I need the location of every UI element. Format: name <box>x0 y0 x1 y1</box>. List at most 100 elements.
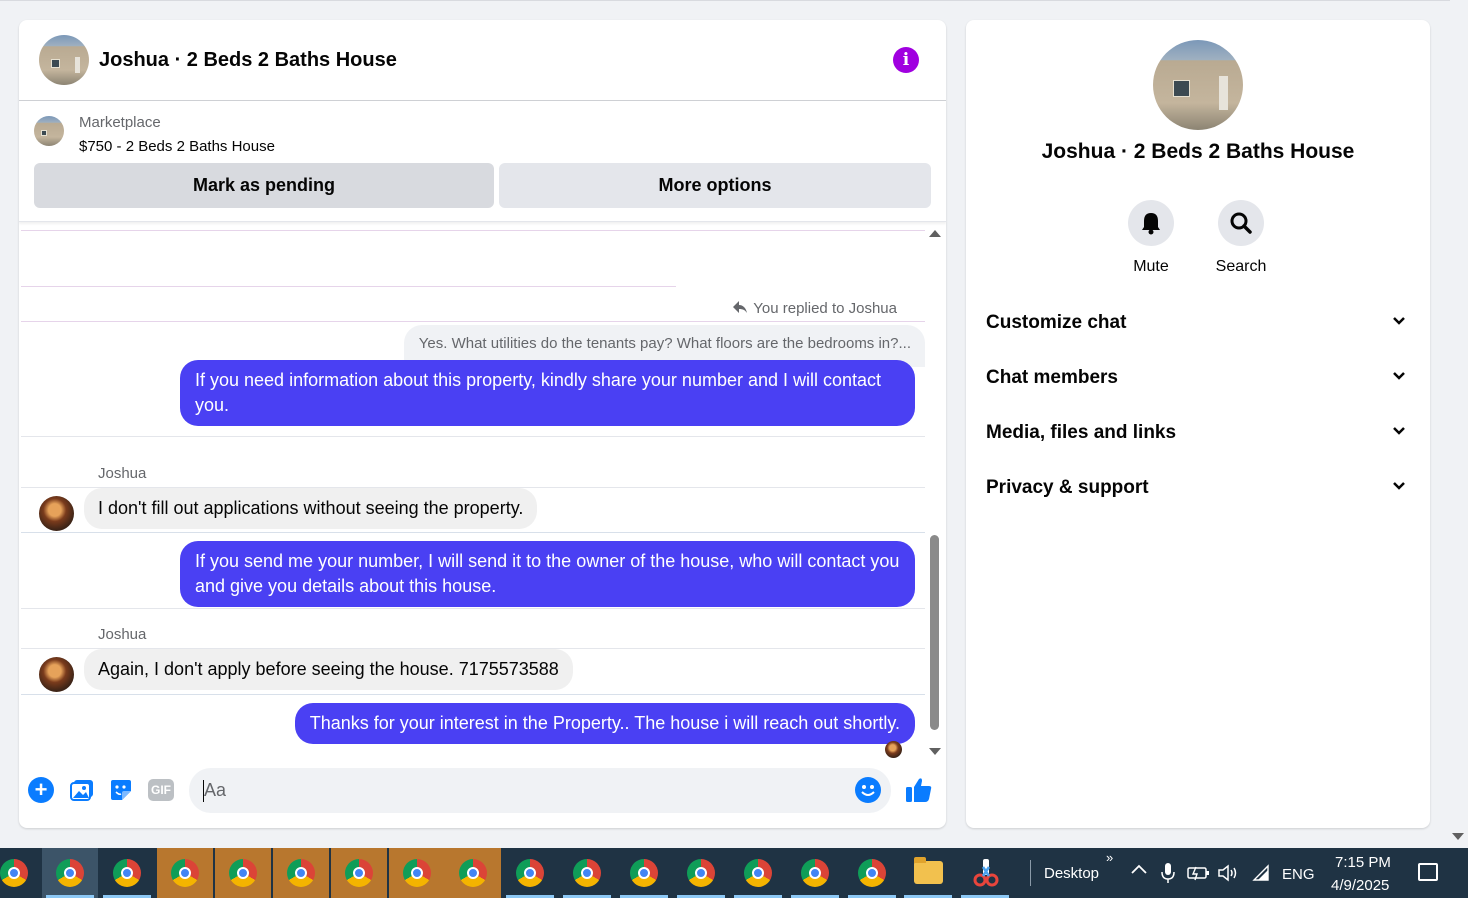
taskbar-chrome[interactable] <box>0 848 42 898</box>
chevron-down-icon <box>1393 317 1405 325</box>
microphone-icon[interactable] <box>1161 862 1175 889</box>
chrome-icon <box>687 859 715 887</box>
message-scrollbar[interactable] <box>927 230 941 755</box>
chevron-down-icon <box>1393 372 1405 380</box>
scroll-down-arrow-icon[interactable] <box>929 748 941 755</box>
chrome-icon <box>801 859 829 887</box>
joshua-avatar[interactable] <box>39 657 74 692</box>
chat-title[interactable]: Joshua · 2 Beds 2 Baths House <box>99 49 397 72</box>
emoji-icon[interactable] <box>855 777 881 803</box>
top-border <box>0 0 1450 1</box>
outgoing-message[interactable]: Thanks for your interest in the Property… <box>294 703 915 744</box>
battery-icon[interactable] <box>1187 864 1211 887</box>
more-options-button[interactable]: More options <box>499 163 931 208</box>
outgoing-message[interactable]: If you need information about this prope… <box>180 360 915 426</box>
taskbar-chrome[interactable] <box>730 848 786 898</box>
language-indicator[interactable]: ENG <box>1282 866 1315 883</box>
chrome-icon <box>56 859 84 887</box>
chrome-icon <box>403 859 431 887</box>
chrome-icon <box>516 859 544 887</box>
replied-indicator: You replied to Joshua <box>733 300 897 317</box>
plus-icon[interactable]: + <box>28 777 54 803</box>
chrome-icon <box>345 859 373 887</box>
chrome-icon <box>171 859 199 887</box>
message-input[interactable] <box>204 768 844 813</box>
joshua-avatar[interactable] <box>39 496 74 531</box>
bell-icon[interactable] <box>1128 200 1174 246</box>
section-privacy-support[interactable]: Privacy & support <box>986 467 1410 507</box>
sticker-icon[interactable] <box>108 777 134 803</box>
search-action[interactable]: Search <box>1196 200 1286 276</box>
chrome-icon <box>573 859 601 887</box>
taskbar-chrome[interactable] <box>389 848 445 898</box>
chat-info-panel: Joshua · 2 Beds 2 Baths House Mute Searc… <box>966 20 1430 828</box>
search-label: Search <box>1215 258 1267 275</box>
section-chat-members[interactable]: Chat members <box>986 357 1410 397</box>
divider <box>21 321 925 322</box>
sender-name: Joshua <box>98 465 147 482</box>
taskbar-chrome[interactable] <box>99 848 155 898</box>
notification-center-icon[interactable] <box>1418 863 1438 881</box>
incoming-message[interactable]: Again, I don't apply before seeing the h… <box>84 649 573 690</box>
toolbar-expand-icon[interactable]: » <box>1106 850 1113 865</box>
scissors-icon <box>973 859 999 887</box>
chevron-down-icon <box>1393 482 1405 490</box>
listing-thumbnail[interactable] <box>34 116 64 146</box>
mute-action[interactable]: Mute <box>1106 200 1196 276</box>
divider <box>21 436 925 437</box>
listing-price[interactable]: $750 - 2 Beds 2 Baths House <box>79 138 275 155</box>
section-media-files-links[interactable]: Media, files and links <box>986 412 1410 452</box>
marketplace-banner: Marketplace $750 - 2 Beds 2 Baths House … <box>19 101 946 222</box>
chat-panel: Joshua · 2 Beds 2 Baths House i Marketpl… <box>19 20 946 828</box>
section-customize-chat[interactable]: Customize chat <box>986 302 1410 342</box>
divider <box>21 532 925 533</box>
taskbar-snipping-tool[interactable] <box>957 848 1013 898</box>
show-hidden-icons-icon[interactable] <box>1130 862 1148 881</box>
taskbar-chrome[interactable] <box>673 848 729 898</box>
divider <box>21 286 676 287</box>
seen-avatar <box>885 741 902 758</box>
scroll-thumb[interactable] <box>930 535 939 730</box>
chrome-icon <box>459 859 487 887</box>
profile-avatar[interactable] <box>1153 40 1243 130</box>
clock-time[interactable]: 7:15 PM <box>1335 854 1391 871</box>
gif-icon[interactable]: GIF <box>148 779 174 801</box>
chrome-icon <box>287 859 315 887</box>
reply-arrow-icon <box>733 300 748 317</box>
section-label: Privacy & support <box>986 477 1149 498</box>
taskbar-chrome[interactable] <box>273 848 329 898</box>
taskbar-chrome[interactable] <box>616 848 672 898</box>
mark-as-pending-button[interactable]: Mark as pending <box>34 163 494 208</box>
taskbar-chrome[interactable] <box>559 848 615 898</box>
section-label: Media, files and links <box>986 422 1177 443</box>
section-label: Customize chat <box>986 312 1127 333</box>
taskbar-chrome[interactable] <box>445 848 501 898</box>
taskbar-chrome[interactable] <box>157 848 213 898</box>
composer: + GIF <box>19 765 946 815</box>
taskbar-chrome[interactable] <box>844 848 900 898</box>
info-icon[interactable]: i <box>893 47 919 73</box>
desktop-toolbar[interactable]: Desktop <box>1044 865 1099 882</box>
chrome-icon <box>229 859 257 887</box>
taskbar-chrome[interactable] <box>331 848 387 898</box>
taskbar-chrome[interactable] <box>215 848 271 898</box>
chat-avatar[interactable] <box>39 35 89 85</box>
section-label: Chat members <box>986 367 1118 388</box>
incoming-message[interactable]: I don't fill out applications without se… <box>84 488 538 529</box>
taskbar-chrome[interactable] <box>42 848 98 898</box>
outgoing-message[interactable]: If you send me your number, I will send … <box>180 541 915 607</box>
taskbar-chrome[interactable] <box>502 848 558 898</box>
photo-icon[interactable] <box>69 777 95 803</box>
search-icon[interactable] <box>1218 200 1264 246</box>
page-scroll-down-icon[interactable] <box>1452 833 1464 840</box>
wifi-icon[interactable] <box>1250 864 1272 887</box>
volume-icon[interactable] <box>1217 863 1239 888</box>
taskbar-file-explorer[interactable] <box>900 848 956 898</box>
thumbs-up-icon[interactable] <box>904 775 934 805</box>
marketplace-label: Marketplace <box>79 114 161 131</box>
scroll-up-arrow-icon[interactable] <box>929 230 941 237</box>
divider <box>21 608 925 609</box>
taskbar-chrome[interactable] <box>787 848 843 898</box>
clock-date[interactable]: 4/9/2025 <box>1331 877 1389 894</box>
message-input-wrapper[interactable] <box>189 768 891 813</box>
